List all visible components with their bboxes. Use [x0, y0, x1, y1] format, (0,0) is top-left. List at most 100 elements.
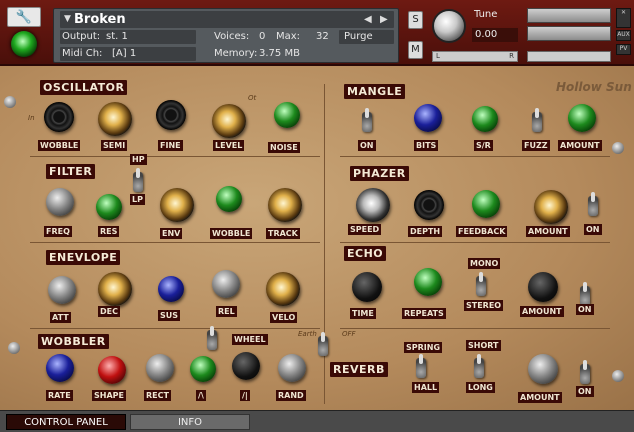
mangle-amount-label: AMOUNT [558, 140, 602, 151]
short-long-switch[interactable] [474, 354, 484, 378]
pan-slider[interactable]: LR [432, 51, 518, 62]
rate-knob[interactable] [46, 354, 74, 382]
fine-knob[interactable] [156, 100, 186, 130]
level-meter-right [527, 26, 611, 41]
depth-label: DEPTH [408, 226, 443, 237]
mangle-on-label: ON [358, 140, 376, 151]
level-knob[interactable] [212, 104, 246, 138]
filter-title: FILTER [46, 164, 96, 179]
noise-knob[interactable] [274, 102, 300, 128]
oscillator-title: OSCILLATOR [40, 80, 128, 95]
env-knob[interactable] [160, 188, 194, 222]
dec-knob[interactable] [98, 272, 132, 306]
freq-label: FREQ [44, 226, 72, 237]
depth-knob[interactable] [414, 190, 444, 220]
filter-wobble-label: WOBBLE [210, 228, 253, 239]
prev-icon[interactable]: ◀ [364, 11, 372, 28]
speed-knob[interactable] [356, 188, 390, 222]
wheel-switch[interactable] [207, 326, 217, 350]
tri-label: /\ [196, 390, 206, 401]
echo-on-switch[interactable] [580, 282, 590, 306]
time-knob[interactable] [352, 272, 382, 302]
level-meter-left [527, 8, 611, 23]
instrument-name[interactable]: ▼ Broken ◀ ▶ [60, 11, 394, 28]
hp-lp-switch[interactable] [133, 168, 143, 192]
rel-knob[interactable] [212, 270, 240, 298]
divider [324, 84, 325, 404]
pv-button[interactable]: PV [616, 44, 631, 55]
phazer-on-switch[interactable] [588, 192, 598, 216]
mangle-on-switch[interactable] [362, 108, 372, 132]
reverb-title: REVERB [330, 362, 388, 377]
off-label: OFF [342, 330, 356, 338]
saw-knob[interactable] [232, 352, 260, 380]
fuzz-switch[interactable] [532, 108, 542, 132]
filter-wobble-knob[interactable] [216, 186, 242, 212]
midi-value[interactable]: [A] 1 [112, 48, 136, 59]
reverb-amount-knob[interactable] [528, 354, 558, 384]
bits-knob[interactable] [414, 104, 442, 132]
volume-slider[interactable] [527, 51, 611, 62]
time-label: TIME [350, 308, 376, 319]
spring-hall-switch[interactable] [416, 354, 426, 378]
dropdown-icon[interactable]: ▼ [64, 11, 71, 28]
earth-loop-switch[interactable] [318, 332, 328, 356]
tune-value[interactable]: 0.00 [472, 28, 518, 42]
enevlope-title: ENEVLOPE [46, 250, 121, 265]
reverb-on-switch[interactable] [580, 360, 590, 384]
lp-label: LP [130, 194, 145, 205]
echo-amount-knob[interactable] [528, 272, 558, 302]
att-knob[interactable] [48, 276, 76, 304]
phazer-on-label: ON [584, 224, 602, 235]
echo-amount-label: AMOUNT [520, 306, 564, 317]
solo-button[interactable]: S [408, 11, 423, 29]
tune-knob[interactable] [432, 9, 466, 43]
mangle-amount-knob[interactable] [568, 104, 596, 132]
res-knob[interactable] [96, 194, 122, 220]
close-icon[interactable]: ✕ [616, 8, 631, 28]
speed-label: SPEED [348, 224, 382, 235]
fine-label: FINE [158, 140, 183, 151]
mono-stereo-switch[interactable] [476, 272, 486, 296]
echo-title: ECHO [344, 246, 387, 261]
shape-knob[interactable] [98, 356, 126, 384]
sr-knob[interactable] [472, 106, 498, 132]
rel-label: REL [216, 306, 237, 317]
output-value[interactable]: st. 1 [106, 31, 128, 42]
divider [30, 242, 320, 243]
mute-button[interactable]: M [408, 41, 423, 59]
rand-knob[interactable] [278, 354, 306, 382]
voices-label: Voices: [214, 31, 250, 42]
repeats-knob[interactable] [414, 268, 442, 296]
track-label: TRACK [266, 228, 300, 239]
divider [340, 242, 610, 243]
purge-button[interactable]: Purge [344, 31, 373, 42]
freq-knob[interactable] [46, 188, 74, 216]
sus-knob[interactable] [158, 276, 184, 302]
feedback-knob[interactable] [472, 190, 500, 218]
bits-label: BITS [414, 140, 439, 151]
next-icon[interactable]: ▶ [380, 11, 388, 28]
tab-control-panel[interactable]: CONTROL PANEL [6, 414, 126, 430]
max-value[interactable]: 32 [316, 31, 329, 42]
fuzz-label: FUZZ [522, 140, 550, 151]
in-label: In [28, 114, 35, 122]
wobble-knob[interactable] [44, 102, 74, 132]
aux-button[interactable]: AUX [616, 30, 631, 41]
memory-label: Memory: [214, 48, 258, 59]
wobble-label: WOBBLE [38, 140, 81, 151]
sr-label: S/R [474, 140, 493, 151]
rect-knob[interactable] [146, 354, 174, 382]
semi-knob[interactable] [98, 102, 132, 136]
divider [340, 328, 610, 329]
wrench-icon[interactable]: 🔧 [7, 7, 41, 27]
instrument-title: Broken [74, 12, 126, 27]
tab-info[interactable]: INFO [130, 414, 250, 430]
res-label: RES [98, 226, 120, 237]
pan-left-label: L [436, 52, 440, 60]
short-label: SHORT [466, 340, 501, 351]
velo-knob[interactable] [266, 272, 300, 306]
tri-knob[interactable] [190, 356, 216, 382]
track-knob[interactable] [268, 188, 302, 222]
phazer-amount-knob[interactable] [534, 190, 568, 224]
